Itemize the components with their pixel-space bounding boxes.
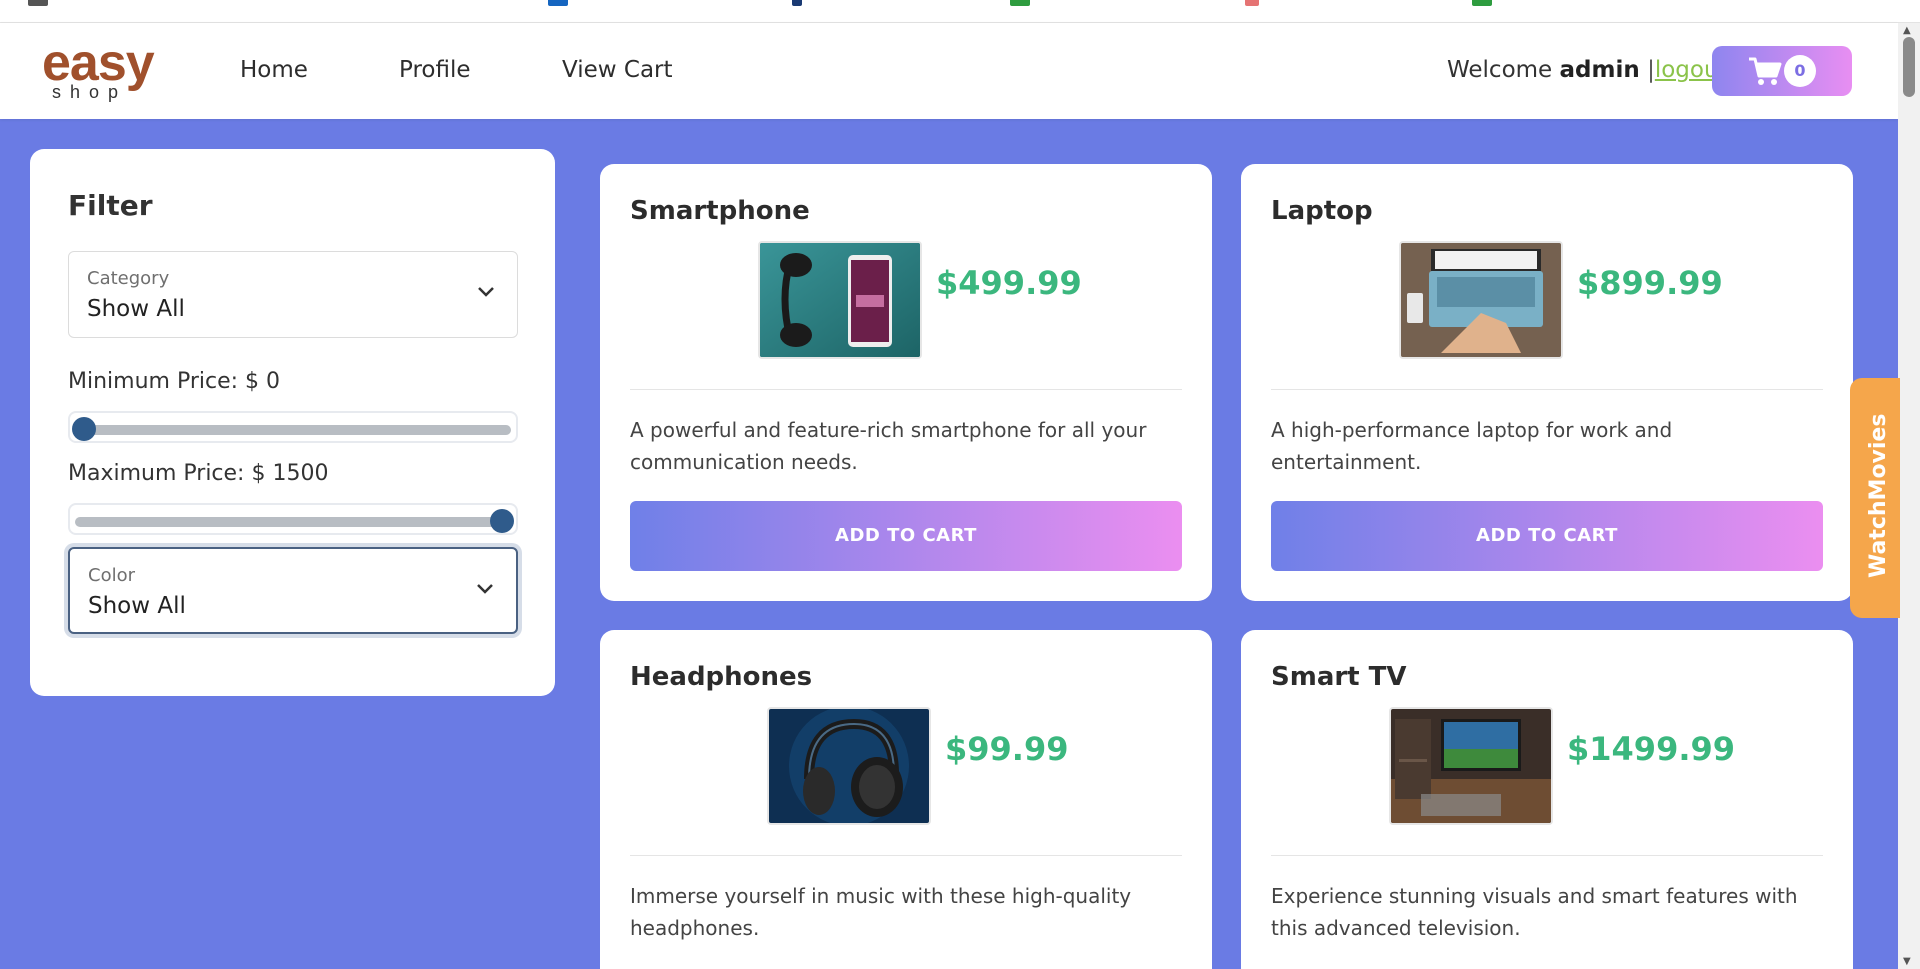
product-price: $499.99 <box>936 264 1082 302</box>
add-to-cart-button[interactable]: ADD TO CART <box>630 501 1182 571</box>
product-card-headphones: Headphones $99.99 Immerse yourself in mu… <box>600 630 1212 969</box>
category-label: Category <box>87 268 170 289</box>
card-divider <box>630 855 1182 856</box>
welcome-prefix: Welcome <box>1447 57 1553 83</box>
bookmark-icon[interactable] <box>1472 0 1492 6</box>
max-price-thumb[interactable] <box>490 509 514 533</box>
category-select[interactable]: Category Show All <box>68 251 518 338</box>
min-price-label: Minimum Price: $ 0 <box>68 369 281 394</box>
product-price: $99.99 <box>945 730 1069 768</box>
product-description: A high-performance laptop for work and e… <box>1271 418 1673 474</box>
extension-side-tab[interactable]: WatchMovies <box>1850 378 1900 618</box>
shopping-cart-icon <box>1749 57 1782 85</box>
cart-button[interactable]: 0 <box>1712 46 1852 96</box>
apps-icon[interactable] <box>28 0 48 6</box>
product-image-smartphone <box>758 241 922 359</box>
logo[interactable]: easy shop <box>42 37 172 107</box>
scroll-up-icon[interactable]: ▲ <box>1903 25 1911 36</box>
product-price: $1499.99 <box>1567 730 1736 768</box>
product-name: Smart TV <box>1271 662 1407 692</box>
bookmarks-bar <box>0 0 1920 23</box>
logo-subtext: shop <box>52 82 128 102</box>
bookmark-icon[interactable] <box>1245 0 1259 6</box>
chevron-down-icon <box>478 287 494 297</box>
product-name: Headphones <box>630 662 813 692</box>
bookmark-icon[interactable] <box>548 0 568 6</box>
cart-count-badge: 0 <box>1784 55 1816 87</box>
filter-title: Filter <box>68 189 153 222</box>
color-label: Color <box>88 565 135 586</box>
nav-view-cart[interactable]: View Cart <box>562 57 673 83</box>
product-card-laptop: Laptop $899.99 A high-performance laptop… <box>1241 164 1853 601</box>
nav-profile[interactable]: Profile <box>399 57 471 83</box>
product-image-smart-tv <box>1389 707 1553 825</box>
site-header: easy shop Home Profile View Cart Welcome… <box>0 23 1898 119</box>
bookmark-icon[interactable] <box>1010 0 1030 6</box>
scroll-thumb[interactable] <box>1903 37 1915 97</box>
product-description: A powerful and feature-rich smartphone f… <box>630 418 1147 474</box>
bookmark-icon[interactable] <box>792 0 802 6</box>
product-image-headphones <box>767 707 931 825</box>
product-card-smartphone: Smartphone $499.99 A powerful and featur… <box>600 164 1212 601</box>
nav-home[interactable]: Home <box>240 57 308 83</box>
min-price-thumb[interactable] <box>72 417 96 441</box>
card-divider <box>1271 855 1823 856</box>
category-value: Show All <box>87 296 185 322</box>
scroll-down-icon[interactable]: ▼ <box>1903 956 1911 967</box>
slider-track <box>75 517 511 527</box>
product-description: Experience stunning visuals and smart fe… <box>1271 884 1798 940</box>
slider-track <box>75 425 511 435</box>
add-to-cart-button[interactable]: ADD TO CART <box>1271 501 1823 571</box>
min-price-slider[interactable] <box>68 411 518 443</box>
chevron-down-icon <box>477 584 493 594</box>
separator: | <box>1647 57 1655 83</box>
color-select[interactable]: Color Show All <box>68 547 518 634</box>
max-price-slider[interactable] <box>68 503 518 535</box>
product-description: Immerse yourself in music with these hig… <box>630 884 1132 940</box>
product-image-laptop <box>1399 241 1563 359</box>
username: admin <box>1559 57 1640 83</box>
product-price: $899.99 <box>1577 264 1723 302</box>
product-name: Laptop <box>1271 196 1373 226</box>
product-name: Smartphone <box>630 196 810 226</box>
card-divider <box>1271 389 1823 390</box>
page-scrollbar[interactable]: ▲ ▼ <box>1898 23 1920 969</box>
max-price-label: Maximum Price: $ 1500 <box>68 461 329 486</box>
product-card-smart-tv: Smart TV $1499.99 Experience stunning vi… <box>1241 630 1853 969</box>
extension-tab-label: WatchMovies <box>1866 413 1891 578</box>
filter-panel: Filter Category Show All Minimum Price: … <box>30 149 555 696</box>
color-value: Show All <box>88 593 186 619</box>
card-divider <box>630 389 1182 390</box>
welcome-message: Welcome admin |logout <box>1447 57 1728 83</box>
